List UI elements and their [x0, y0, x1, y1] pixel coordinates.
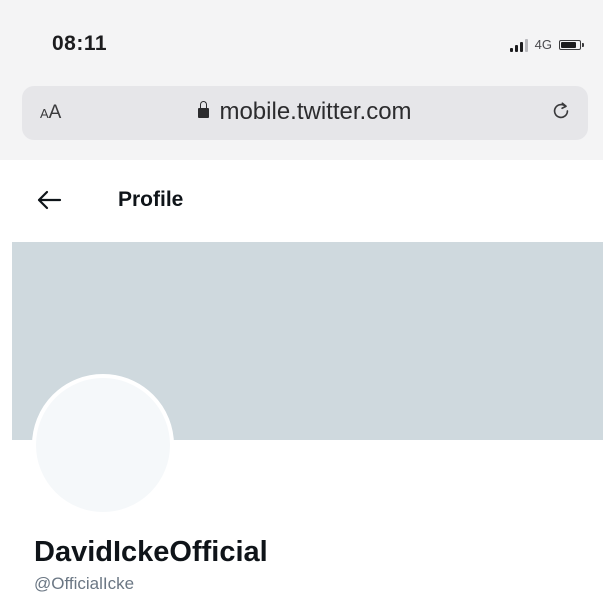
cellular-signal-icon [509, 38, 528, 52]
browser-toolbar: AA mobile.twitter.com [0, 78, 603, 161]
status-bar: 08:11 4G [0, 0, 603, 78]
url-text: mobile.twitter.com [219, 98, 412, 125]
status-indicators: 4G [509, 37, 584, 52]
back-arrow-icon[interactable] [35, 187, 63, 213]
user-handle: @OfficialIcke [34, 574, 135, 593]
page-title: Profile [118, 188, 184, 211]
profile-header: Profile [0, 160, 603, 242]
mobile-screen: 08:11 4G AA mobile.twitter.com Profile D… [0, 0, 603, 600]
lock-icon [198, 101, 210, 118]
avatar[interactable] [32, 374, 174, 516]
url-display[interactable]: mobile.twitter.com [22, 98, 588, 126]
reload-icon[interactable] [550, 100, 572, 122]
battery-icon [559, 39, 584, 50]
address-bar[interactable]: AA mobile.twitter.com [22, 86, 588, 140]
network-type-label: 4G [534, 37, 552, 52]
battery-level-fill [561, 41, 577, 48]
status-time: 08:11 [52, 32, 108, 55]
display-name: DavidIckeOfficial [34, 536, 268, 568]
